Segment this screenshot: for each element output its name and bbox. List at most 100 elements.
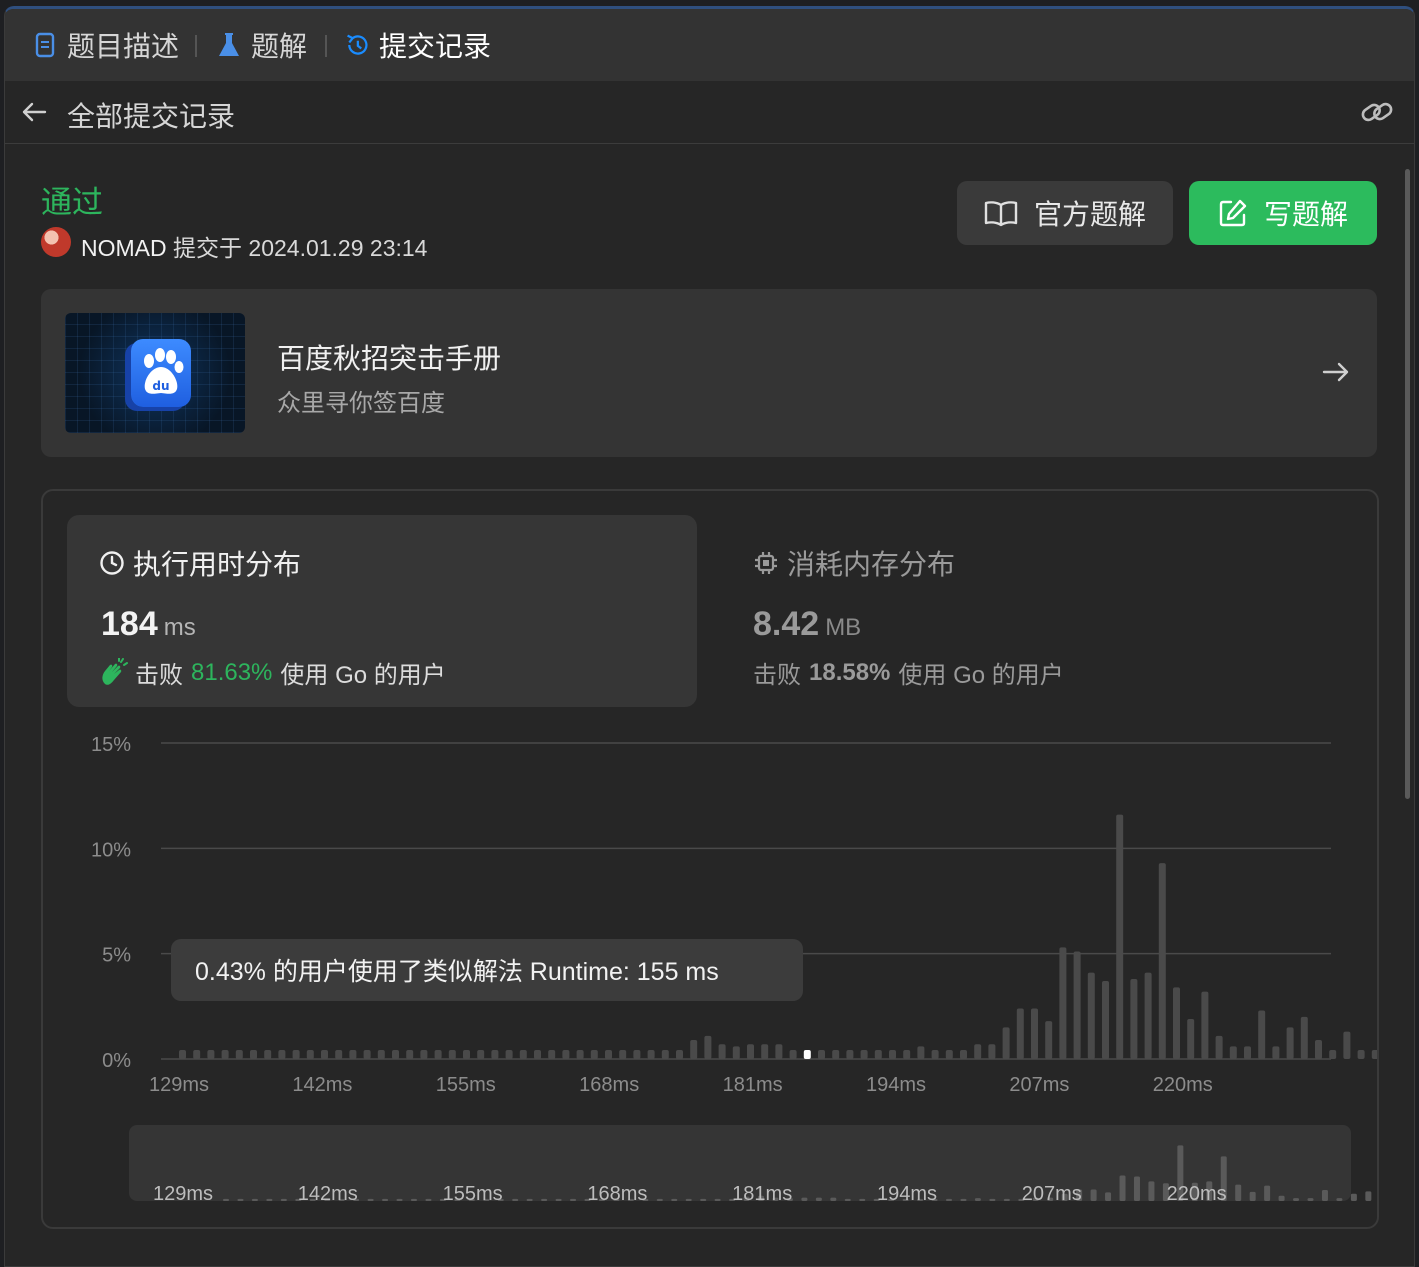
bar: [789, 1049, 797, 1059]
bar: [1215, 1035, 1223, 1059]
bar: [704, 1035, 712, 1059]
y-tick-label: 5%: [102, 945, 131, 967]
bar: [988, 1044, 996, 1059]
bar: [1116, 814, 1124, 1059]
tab-submissions[interactable]: 提交记录: [345, 27, 491, 63]
tab-submissions-label: 提交记录: [379, 31, 492, 62]
bar: [250, 1049, 257, 1059]
bar: [732, 1046, 740, 1059]
minimap-bar: [859, 1198, 866, 1201]
book-icon: [984, 199, 1018, 227]
y-tick-label: 0%: [102, 1050, 131, 1072]
minimap-bar: [1307, 1198, 1314, 1201]
minimap-bar: [1321, 1189, 1328, 1201]
minimap-tick-label: 181ms: [732, 1183, 792, 1205]
bar: [534, 1049, 541, 1059]
bar: [193, 1049, 201, 1059]
minimap-tick-label: 207ms: [1022, 1183, 1082, 1205]
bar: [1130, 978, 1138, 1059]
bar: [718, 1044, 726, 1059]
bar: [1173, 987, 1180, 1059]
promo-title: 百度秋招突击手册: [277, 343, 502, 374]
bar: [235, 1049, 243, 1059]
bar-current: [803, 1049, 811, 1059]
minimap-bar: [251, 1198, 258, 1201]
bar: [179, 1049, 186, 1059]
tab-description[interactable]: 题目描述: [33, 27, 179, 63]
bar: [846, 1049, 854, 1059]
description-icon: [33, 31, 57, 59]
bar: [363, 1049, 371, 1059]
x-tick-label: 129ms: [149, 1074, 209, 1096]
minimap-bar: [1249, 1191, 1256, 1201]
bar: [889, 1049, 896, 1059]
minimap-bar: [700, 1198, 707, 1201]
minimap-bar: [280, 1198, 287, 1201]
minimap-bar: [223, 1198, 229, 1201]
bar: [463, 1049, 470, 1059]
runtime-distribution-chart[interactable]: 15% 10% 5% 0% 129ms 142ms 155ms 168ms 181ms 194ms…: [43, 491, 1377, 1227]
arrow-left-icon[interactable]: [19, 97, 49, 127]
bar: [1031, 1008, 1038, 1059]
bar: [761, 1044, 769, 1059]
bar: [306, 1049, 314, 1059]
avatar[interactable]: [41, 227, 71, 257]
bar: [1286, 1027, 1294, 1059]
bar: [1258, 1010, 1266, 1059]
scrollbar[interactable]: [1405, 169, 1410, 799]
write-solution-button[interactable]: 写题解: [1189, 181, 1377, 245]
bar: [221, 1049, 229, 1059]
bar: [775, 1044, 783, 1059]
x-tick-label: 181ms: [723, 1074, 783, 1096]
bar: [676, 1049, 683, 1059]
submitter-name[interactable]: NOMAD: [81, 235, 167, 261]
x-tick-label: 168ms: [579, 1074, 639, 1096]
chart-tooltip: 0.43% 的用户使用了类似解法 Runtime: 155 ms: [171, 939, 803, 1001]
bar: [278, 1049, 286, 1059]
bar: [1244, 1046, 1251, 1059]
minimap-bar: [1264, 1185, 1271, 1201]
bar: [1229, 1046, 1237, 1059]
bar: [818, 1049, 825, 1059]
promo-card[interactable]: du 百度秋招突击手册 众里寻你签百度: [41, 289, 1377, 457]
bar: [1187, 1018, 1195, 1059]
submitted-datetime: 2024.01.29 23:14: [248, 235, 428, 261]
bar: [931, 1049, 939, 1059]
bar: [1300, 1016, 1308, 1059]
bar: [1002, 1027, 1010, 1059]
bar: [321, 1049, 328, 1059]
minimap-bar: [1336, 1198, 1343, 1201]
official-solution-button[interactable]: 官方题解: [957, 181, 1173, 245]
tab-bar: 题目描述 题解 提交记录: [5, 9, 1414, 81]
minimap-bar: [237, 1198, 244, 1201]
svg-text:du: du: [152, 379, 169, 393]
bar: [860, 1049, 868, 1059]
bar: [1343, 1031, 1351, 1059]
minimap-bar: [671, 1198, 678, 1201]
y-tick-label: 15%: [91, 734, 131, 756]
minimap-tick-label: 194ms: [877, 1183, 937, 1205]
bar: [661, 1049, 669, 1059]
submissions-header: 全部提交记录: [5, 81, 1414, 144]
tab-divider: [325, 35, 327, 57]
minimap-bar: [425, 1198, 432, 1201]
minimap-bar: [815, 1197, 822, 1201]
minimap-bar: [1003, 1198, 1010, 1201]
bar: [1329, 1049, 1337, 1059]
minimap-bar: [946, 1198, 952, 1201]
bar: [1016, 1008, 1024, 1059]
bar: [1201, 991, 1209, 1059]
bar: [392, 1049, 399, 1059]
link-icon[interactable]: [1360, 97, 1394, 127]
minimap-bar: [989, 1198, 996, 1201]
bar: [491, 1049, 499, 1059]
tab-solutions[interactable]: 题解: [217, 27, 307, 63]
write-solution-label: 写题解: [1263, 199, 1348, 230]
minimap-bar: [960, 1198, 967, 1201]
bar: [377, 1049, 385, 1059]
bar: [903, 1049, 911, 1059]
minimap-tick-label: 220ms: [1167, 1183, 1227, 1205]
bar: [406, 1049, 414, 1059]
minimap-bar: [1278, 1195, 1285, 1201]
baidu-logo-icon: du: [131, 339, 191, 407]
